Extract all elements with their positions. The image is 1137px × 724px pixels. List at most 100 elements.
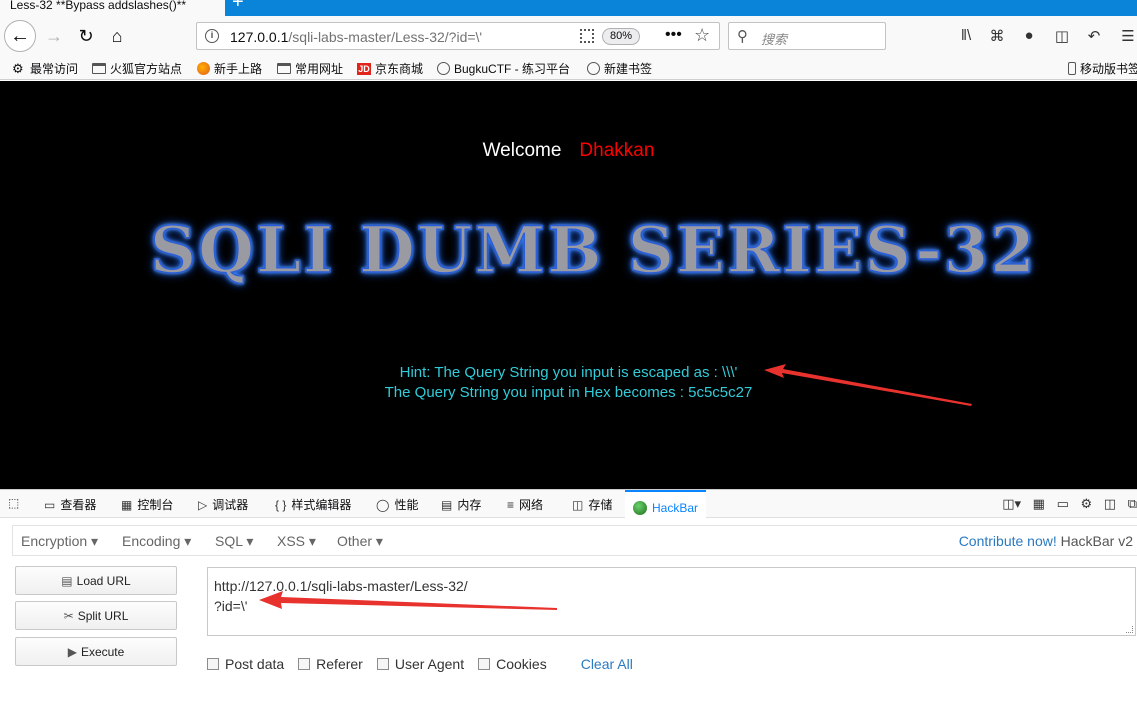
- bookmark-item[interactable]: ⚙ 最常访问: [12, 60, 78, 77]
- bookmark-label: 常用网址: [295, 62, 344, 76]
- clear-all-link[interactable]: Clear All: [581, 656, 633, 672]
- contribute-area: Contribute now! HackBar v2: [959, 533, 1133, 549]
- popout-icon[interactable]: ⧉: [1128, 496, 1137, 511]
- bookmark-item[interactable]: 常用网址: [277, 60, 343, 77]
- tab-label: HackBar: [652, 501, 699, 515]
- checkbox-box[interactable]: [298, 658, 311, 670]
- url-text[interactable]: 127.0.0.1/sqli-labs-master/Less-32/?id=\…: [230, 29, 482, 45]
- new-tab-button[interactable]: +: [232, 0, 244, 12]
- menu-xss[interactable]: XSS ▾: [277, 533, 316, 550]
- responsive-mode-icon[interactable]: ▭: [1057, 496, 1069, 511]
- menu-label: Encoding: [122, 533, 181, 549]
- menu-other[interactable]: Other ▾: [337, 533, 383, 550]
- tab-label: 性能: [394, 498, 419, 512]
- checkbox-box[interactable]: [207, 658, 219, 670]
- tab-console[interactable]: ▦ 控制台: [121, 496, 173, 513]
- firefox-icon: [197, 62, 210, 75]
- url-bar[interactable]: i 127.0.0.1/sqli-labs-master/Less-32/?id…: [196, 22, 720, 50]
- execute-button[interactable]: ▶ Execute: [15, 637, 177, 666]
- tab-memory[interactable]: ▤ 内存: [441, 496, 481, 513]
- info-icon[interactable]: i: [205, 29, 219, 43]
- nav-bar: ← → ↻ ⌂ i 127.0.0.1/sqli-labs-master/Les…: [0, 16, 1137, 56]
- referer-checkbox[interactable]: Referer: [298, 656, 363, 672]
- bookmark-label: 新手上路: [214, 62, 263, 76]
- tab-storage[interactable]: ◫ 存储: [572, 496, 612, 513]
- menu-icon[interactable]: ☰: [1118, 27, 1137, 45]
- element-picker-icon: ⬚: [8, 496, 20, 510]
- tab-label: 内存: [457, 498, 482, 512]
- tab-label: 样式编辑器: [291, 498, 352, 512]
- tab-performance[interactable]: ◯ 性能: [376, 496, 418, 513]
- load-url-button[interactable]: ▤ Load URL: [15, 566, 177, 595]
- bookmark-item[interactable]: 新建书签: [587, 60, 652, 77]
- hackbar-version: HackBar v2: [1060, 533, 1133, 549]
- reload-button[interactable]: ↻: [72, 22, 100, 50]
- bookmarks-bar: ⚙ 最常访问 火狐官方站点 新手上路 常用网址 JD 京东商城 BugkuCTF -…: [0, 56, 1137, 80]
- url-path: /sqli-labs-master/Less-32/?id=\': [288, 29, 483, 45]
- search-bar[interactable]: ⚲ 搜索: [728, 22, 886, 50]
- forward-button[interactable]: →: [40, 22, 68, 50]
- caret-down-icon: ▾: [91, 533, 99, 549]
- tab-label: 控制台: [137, 498, 174, 512]
- mobile-bookmarks[interactable]: 移动版书签: [1068, 60, 1137, 77]
- undo-icon[interactable]: ↶: [1084, 27, 1104, 45]
- devtools-tabs: ⬚ ▭ 查看器 ▦ 控制台 ▷ 调试器 { } 样式编辑器 ◯ 性能 ▤ 内存 ≡ 网络 ◫ 存…: [0, 490, 1137, 518]
- play-icon: ▶: [67, 644, 77, 659]
- resize-grip-icon[interactable]: [1126, 626, 1133, 633]
- settings-icon[interactable]: ⚙: [1081, 496, 1093, 511]
- inspector-picker[interactable]: ⬚: [8, 496, 19, 510]
- library-icon[interactable]: ‖\: [956, 27, 976, 44]
- menu-label: Other: [337, 533, 373, 549]
- chip-icon: ▤: [441, 497, 453, 512]
- annotation-arrow: [764, 364, 972, 406]
- tab-hackbar[interactable]: HackBar: [625, 490, 707, 518]
- menu-label: XSS: [277, 533, 306, 549]
- back-button[interactable]: ←: [4, 20, 36, 52]
- bookmark-item[interactable]: 火狐官方站点: [92, 60, 182, 77]
- menu-encryption[interactable]: Encryption ▾: [21, 533, 98, 550]
- debugger-icon: ▷: [198, 497, 208, 512]
- dock-side-icon[interactable]: ◫: [1104, 496, 1116, 511]
- browser-window: Less-32 **Bypass addslashes()** + ← → ↻ …: [0, 0, 1137, 724]
- dock-layout-icon[interactable]: ◫▾: [1002, 496, 1021, 511]
- qr-code-icon[interactable]: [580, 29, 594, 43]
- phone-icon: [1068, 62, 1076, 75]
- bookmark-item[interactable]: JD 京东商城: [357, 60, 423, 77]
- inspector-icon: ▭: [44, 497, 56, 512]
- caret-down-icon: ▾: [246, 533, 254, 549]
- button-label: Execute: [80, 644, 125, 659]
- user-agent-checkbox[interactable]: User Agent: [376, 656, 464, 672]
- bookmark-label: 最常访问: [30, 62, 79, 76]
- menu-encoding[interactable]: Encoding ▾: [122, 533, 191, 550]
- menu-sql[interactable]: SQL ▾: [215, 533, 253, 550]
- browser-tab[interactable]: Less-32 **Bypass addslashes()**: [0, 0, 225, 16]
- bookmark-item[interactable]: 新手上路: [197, 60, 262, 77]
- home-button[interactable]: ⌂: [103, 22, 131, 50]
- cookies-checkbox[interactable]: Cookies: [478, 656, 547, 672]
- split-console-icon[interactable]: ▦: [1033, 496, 1045, 511]
- split-url-button[interactable]: ✂ Split URL: [15, 601, 177, 630]
- web-page: Welcome Dhakkan SQLI DUMB SERIES-32 Hint:…: [0, 81, 1137, 489]
- contribute-link[interactable]: Contribute now!: [959, 533, 1057, 549]
- bookmark-item[interactable]: BugkuCTF - 练习平台: [437, 60, 570, 77]
- checkbox-box[interactable]: [376, 658, 389, 670]
- bookmark-star-icon[interactable]: ☆: [694, 25, 710, 46]
- screenshot-icon[interactable]: ⌘: [987, 27, 1007, 45]
- chat-icon[interactable]: ●: [1019, 27, 1039, 44]
- page-actions-icon[interactable]: •••: [665, 26, 682, 44]
- sidebar-icon[interactable]: ◫: [1052, 27, 1072, 45]
- button-label: Split URL: [77, 608, 129, 623]
- bookmark-label: 移动版书签: [1080, 62, 1137, 76]
- url-host: 127.0.0.1: [230, 29, 289, 45]
- tab-inspector[interactable]: ▭ 查看器: [44, 496, 96, 513]
- post-data-checkbox[interactable]: Post data: [207, 656, 284, 672]
- search-icon: ⚲: [737, 28, 748, 45]
- zoom-level-badge[interactable]: 80%: [602, 28, 640, 45]
- bookmark-label: BugkuCTF - 练习平台: [454, 62, 571, 76]
- checkbox-box[interactable]: [478, 658, 491, 670]
- tab-debugger[interactable]: ▷ 调试器: [198, 496, 248, 513]
- hackbar-options: Post data Referer User Agent Cookies Cle…: [207, 654, 633, 674]
- scissors-icon: ✂: [63, 608, 74, 623]
- tab-style-editor[interactable]: { } 样式编辑器: [275, 496, 351, 513]
- tab-network[interactable]: ≡ 网络: [507, 496, 543, 513]
